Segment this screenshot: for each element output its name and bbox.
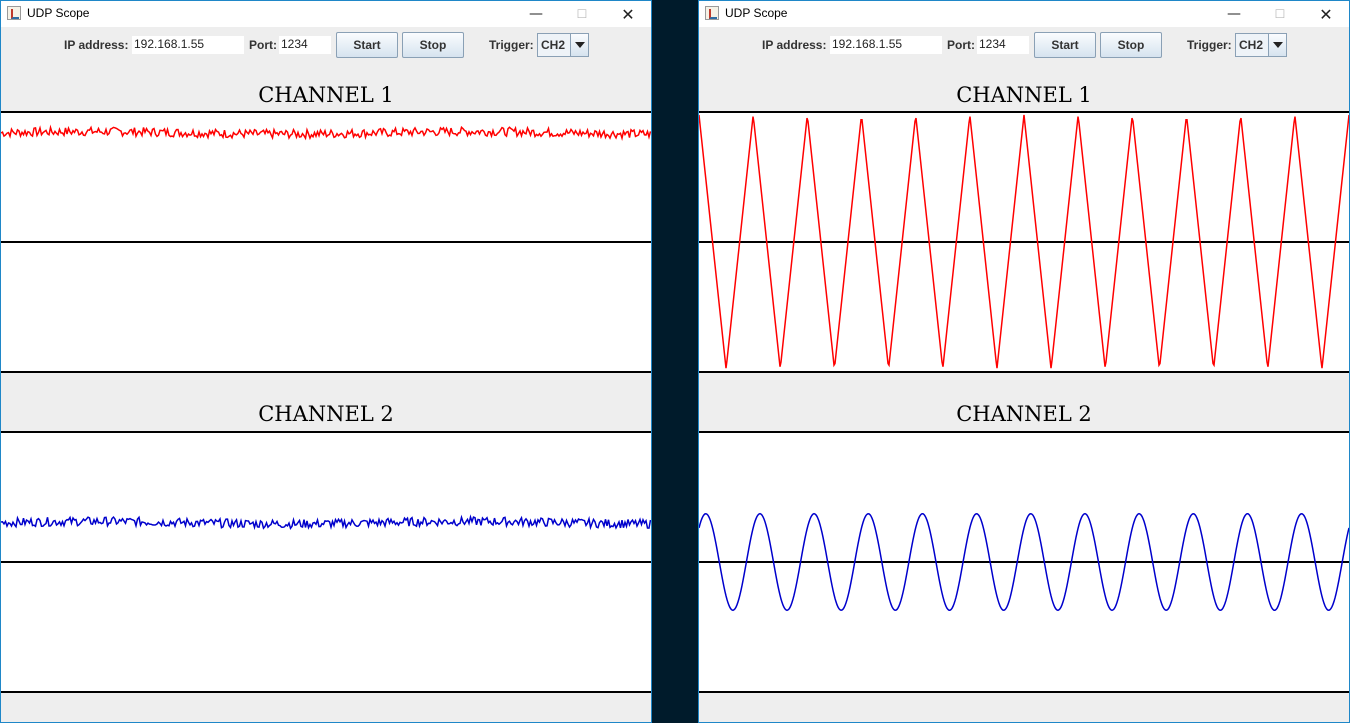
port-label: Port:: [947, 38, 975, 52]
stop-button[interactable]: Stop: [402, 32, 464, 58]
stop-button[interactable]: Stop: [1100, 32, 1162, 58]
channel-2-title: CHANNEL 2: [956, 402, 1092, 426]
channel-2-plot: [699, 431, 1349, 693]
channel-2-trace: [1, 514, 651, 563]
start-button[interactable]: Start: [336, 32, 398, 58]
channel-2-title: CHANNEL 2: [258, 402, 394, 426]
channel-1-plot: [1, 111, 651, 373]
maximize-icon[interactable]: ☐: [1257, 1, 1303, 27]
ip-address-input[interactable]: 192.168.1.55: [830, 36, 942, 54]
title-bar[interactable]: UDP Scope — ☐ ✕: [699, 1, 1349, 27]
close-icon[interactable]: ✕: [1303, 1, 1349, 27]
trigger-select[interactable]: CH2: [1235, 33, 1287, 57]
maximize-icon[interactable]: ☐: [559, 1, 605, 27]
toolbar: IP address: 192.168.1.55 Port: 1234 Star…: [1, 27, 651, 63]
window-title: UDP Scope: [725, 6, 788, 20]
signal-waveform: [1, 124, 651, 142]
channel-1-title: CHANNEL 1: [956, 83, 1092, 107]
trigger-label: Trigger:: [1187, 38, 1232, 52]
channel-1-title: CHANNEL 1: [258, 83, 394, 107]
ip-address-input[interactable]: 192.168.1.55: [132, 36, 244, 54]
trigger-label: Trigger:: [489, 38, 534, 52]
signal-waveform: [1, 514, 651, 531]
toolbar: IP address: 192.168.1.55 Port: 1234 Star…: [699, 27, 1349, 63]
window-title: UDP Scope: [27, 6, 90, 20]
port-label: Port:: [249, 38, 277, 52]
trigger-select[interactable]: CH2: [537, 33, 589, 57]
java-app-icon: [705, 6, 719, 20]
title-bar[interactable]: UDP Scope — ☐ ✕: [1, 1, 651, 27]
trigger-value: CH2: [1239, 38, 1264, 52]
close-icon[interactable]: ✕: [605, 1, 651, 27]
channel-2-plot: [1, 431, 651, 693]
ip-address-label: IP address:: [64, 38, 129, 52]
chevron-down-icon[interactable]: [570, 34, 588, 56]
chevron-down-icon[interactable]: [1268, 34, 1286, 56]
port-input[interactable]: 1234: [977, 36, 1029, 54]
channel-2-trace: [699, 512, 1349, 612]
scope-window-left: UDP Scope — ☐ ✕ IP address: 192.168.1.55…: [0, 0, 652, 723]
minimize-icon[interactable]: —: [1211, 1, 1257, 27]
minimize-icon[interactable]: —: [513, 1, 559, 27]
ip-address-label: IP address:: [762, 38, 827, 52]
scope-window-right: UDP Scope — ☐ ✕ IP address: 192.168.1.55…: [698, 0, 1350, 723]
channel-1-trace: [699, 114, 1349, 369]
channel-1-plot: [699, 111, 1349, 373]
java-app-icon: [7, 6, 21, 20]
start-button[interactable]: Start: [1034, 32, 1096, 58]
trigger-value: CH2: [541, 38, 566, 52]
channel-1-trace: [1, 124, 651, 243]
port-input[interactable]: 1234: [279, 36, 331, 54]
